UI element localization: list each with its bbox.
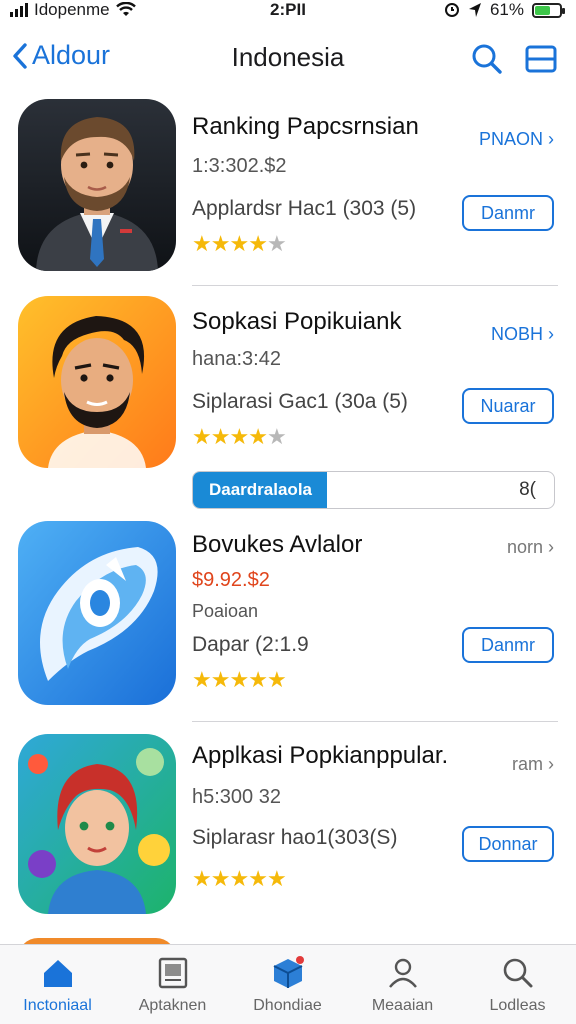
chevron-right-icon: › bbox=[548, 537, 554, 557]
star-icon: ★ bbox=[210, 231, 231, 256]
battery-icon bbox=[532, 2, 565, 18]
tab-label: Dhondiae bbox=[253, 997, 322, 1014]
app-icon-music-note[interactable] bbox=[18, 521, 176, 705]
home-icon bbox=[43, 960, 72, 987]
app-name: Sopkasi Popikuiank bbox=[192, 308, 402, 335]
chip-label: PNAON bbox=[478, 129, 543, 149]
star-icon: ★ bbox=[248, 231, 268, 256]
app-icon-red-haired-girl[interactable] bbox=[18, 734, 176, 914]
star-icon: ★ bbox=[210, 866, 231, 891]
star-icon: ★ bbox=[210, 667, 231, 692]
star-icon: ★ bbox=[266, 231, 287, 256]
star-icon: ★ bbox=[248, 424, 268, 449]
alarm-icon bbox=[444, 3, 459, 17]
star-icon: ★ bbox=[229, 866, 249, 891]
app-price: h5:300 32 bbox=[192, 786, 281, 808]
tab-profile[interactable]: Meaaian bbox=[345, 951, 460, 1015]
tab-label: Inctoniaal bbox=[23, 997, 92, 1014]
nav-actions bbox=[470, 42, 558, 76]
app-chip[interactable]: ram › bbox=[512, 754, 554, 775]
chevron-right-icon: › bbox=[548, 754, 554, 774]
chevron-right-icon: › bbox=[548, 129, 554, 149]
progress-percent: 8( bbox=[519, 479, 536, 500]
star-rating: ★★★★★ bbox=[192, 424, 287, 450]
tab-label: Aptaknen bbox=[138, 997, 207, 1014]
star-icon: ★ bbox=[192, 231, 212, 256]
app-meta: Siplarasi Gac1 (30a (5) bbox=[192, 390, 408, 413]
app-icon-bearded-man[interactable] bbox=[18, 296, 176, 468]
star-icon: ★ bbox=[192, 667, 212, 692]
tab-search[interactable]: Lodleas bbox=[460, 951, 575, 1015]
chip-label: ram bbox=[511, 754, 543, 774]
tab-label: Meaaian bbox=[371, 997, 434, 1014]
cube-icon bbox=[273, 956, 304, 988]
app-meta: Applardsr Hac1 (303 (5) bbox=[192, 197, 417, 220]
app-chip[interactable]: NOBH › bbox=[491, 324, 554, 345]
app-price: hana:3:42 bbox=[192, 348, 281, 370]
app-chip[interactable]: norn › bbox=[507, 537, 554, 558]
app-name: Bovukes Avlalor bbox=[192, 531, 363, 558]
app-chip[interactable]: PNAON › bbox=[479, 129, 554, 150]
app-name: Ranking Papcsrnsian bbox=[192, 113, 419, 140]
app-row[interactable]: Ranking Papcsrnsian PNAON › 1:3:302.$2 A… bbox=[0, 99, 576, 286]
tab-bar: Inctoniaal Aptaknen Dhondiae Meaaian Lod… bbox=[0, 944, 576, 1024]
get-button[interactable]: Danmr bbox=[462, 195, 554, 231]
star-rating: ★★★★★ bbox=[192, 667, 287, 693]
app-icon-businessman[interactable] bbox=[18, 99, 176, 271]
row-divider bbox=[192, 721, 558, 722]
star-icon: ★ bbox=[229, 667, 249, 692]
status-bar: Idopenme 2:PII 61% bbox=[0, 0, 576, 24]
app-price: 1:3:302.$2 bbox=[192, 155, 287, 177]
tab-reader[interactable]: Aptaknen bbox=[115, 951, 230, 1015]
star-icon: ★ bbox=[192, 424, 212, 449]
star-icon: ★ bbox=[229, 424, 249, 449]
progress-label: Daardralaola bbox=[209, 480, 312, 499]
star-icon: ★ bbox=[192, 866, 212, 891]
app-name: Applkasi Popkianppular. bbox=[192, 742, 449, 769]
star-icon: ★ bbox=[266, 866, 287, 891]
app-price: $9.92.$2 bbox=[192, 569, 270, 591]
app-row[interactable]: Applkasi Popkianppular. ram › h5:300 32 … bbox=[0, 734, 576, 924]
star-icon: ★ bbox=[229, 231, 249, 256]
star-icon: ★ bbox=[210, 424, 231, 449]
status-right: 61% bbox=[444, 0, 565, 20]
list-icon[interactable] bbox=[524, 42, 558, 76]
tab-home[interactable]: Inctoniaal bbox=[0, 951, 115, 1015]
chevron-right-icon: › bbox=[548, 324, 554, 344]
app-subtitle: Poaioan bbox=[192, 601, 259, 621]
search-icon[interactable] bbox=[470, 42, 504, 76]
star-rating: ★★★★★ bbox=[192, 231, 287, 257]
row-divider bbox=[192, 285, 558, 286]
app-meta: Dapar (2:1.9 bbox=[192, 633, 309, 656]
star-icon: ★ bbox=[248, 866, 268, 891]
chip-label: NOBH bbox=[490, 324, 543, 344]
search-icon bbox=[503, 958, 532, 988]
tab-label: Lodleas bbox=[489, 997, 546, 1014]
chip-label: norn bbox=[506, 537, 543, 557]
get-button[interactable]: Nuarar bbox=[462, 388, 554, 424]
tab-apps[interactable]: Dhondiae bbox=[230, 951, 345, 1015]
person-icon bbox=[388, 958, 417, 988]
star-icon: ★ bbox=[266, 667, 287, 692]
reader-icon bbox=[158, 957, 187, 989]
star-icon: ★ bbox=[266, 424, 287, 449]
get-button[interactable]: Danmr bbox=[462, 627, 554, 663]
download-progress[interactable]: Daardralaola 8( bbox=[192, 471, 555, 509]
star-rating: ★★★★★ bbox=[192, 866, 287, 892]
battery-percent: 61% bbox=[489, 0, 524, 19]
app-meta: Siplarasr hao1(303(S) bbox=[192, 826, 398, 849]
star-icon: ★ bbox=[248, 667, 268, 692]
navigation-bar: Aldour Indonesia bbox=[0, 36, 576, 80]
location-icon bbox=[468, 3, 481, 17]
get-button[interactable]: Donnar bbox=[462, 826, 554, 862]
app-row[interactable]: Bovukes Avlalor norn › $9.92.$2 Poaioan … bbox=[0, 521, 576, 722]
